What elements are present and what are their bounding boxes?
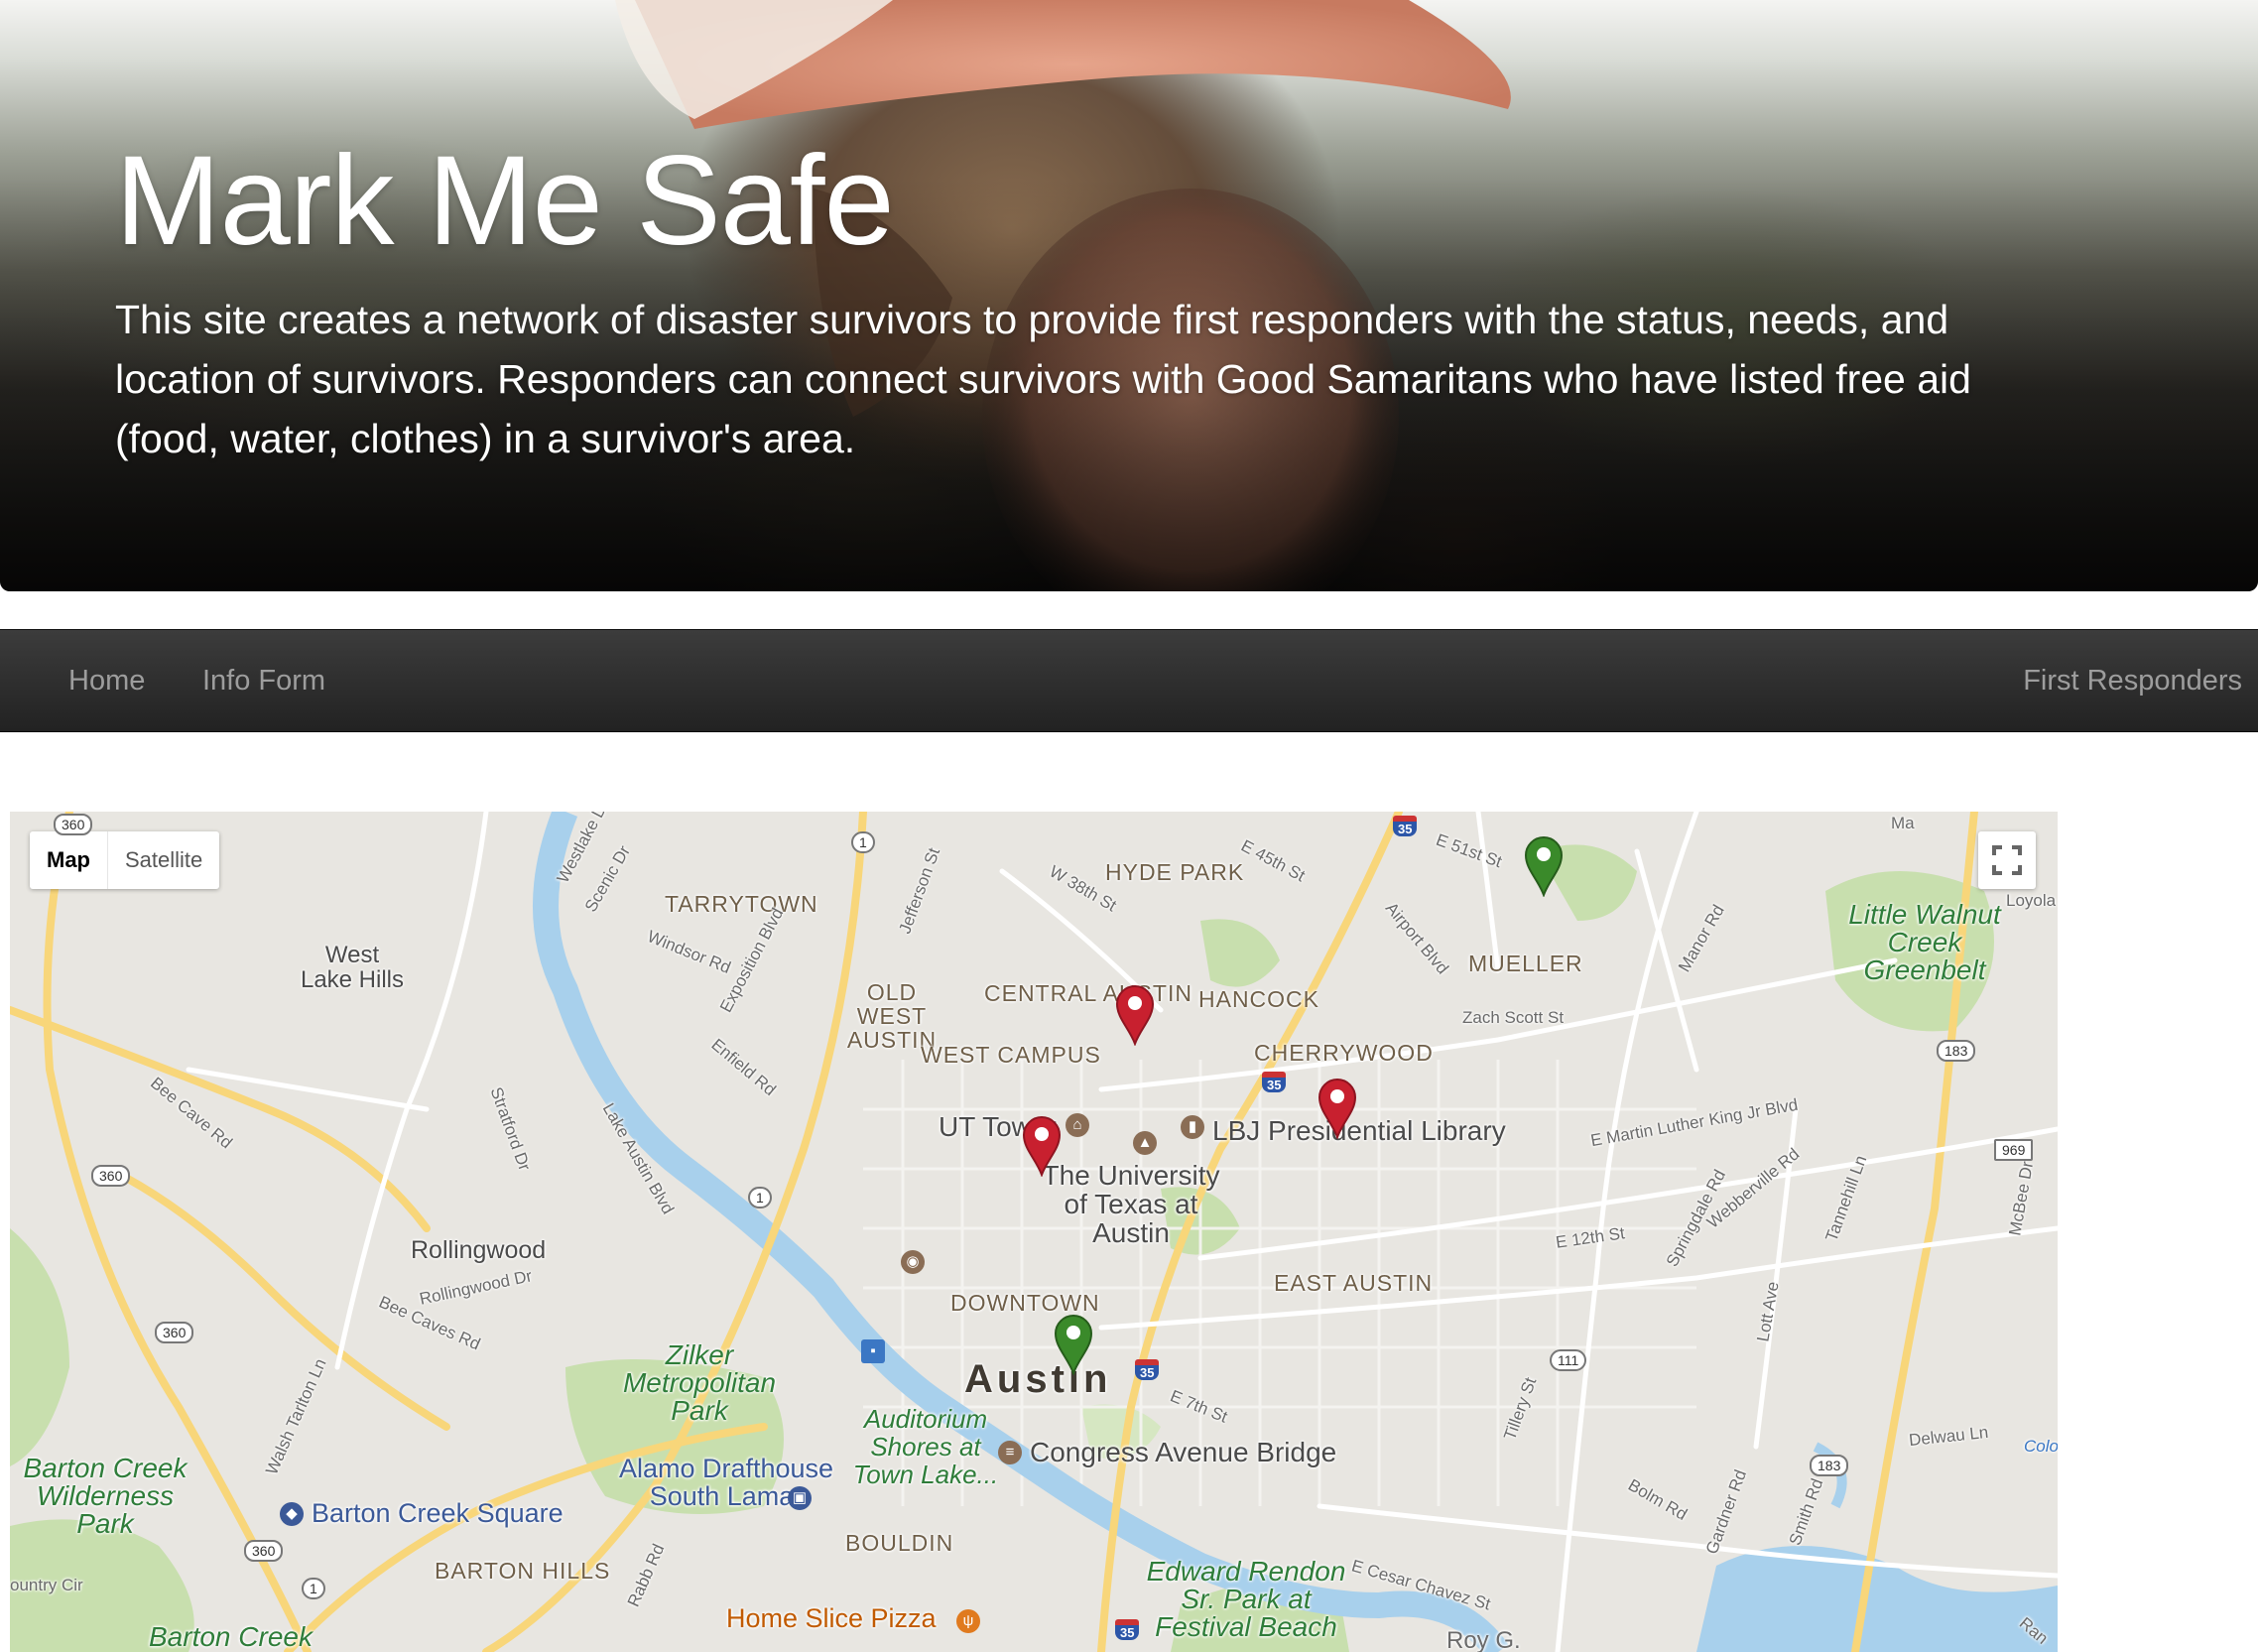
street-colo: Colo: [2024, 1437, 2058, 1456]
cinema-icon[interactable]: ▣: [788, 1486, 812, 1510]
survivor-marker-safe[interactable]: [1524, 835, 1564, 897]
label-west-lake-hills: West Lake Hills: [300, 942, 405, 993]
interstate-shield: 35: [1135, 1359, 1160, 1380]
street-roy-g: Roy G.: [1446, 1627, 1521, 1652]
highway-shield: 360: [91, 1165, 131, 1187]
fullscreen-button[interactable]: [1978, 831, 2036, 889]
interstate-shield: 35: [1393, 816, 1418, 836]
label-home-slice-pizza[interactable]: Home Slice Pizza: [726, 1603, 937, 1634]
nav-home-link[interactable]: Home: [68, 630, 145, 731]
survivor-marker-needs-help[interactable]: [1317, 1078, 1357, 1139]
label-bouldin: BOULDIN: [845, 1530, 954, 1556]
interstate-shield: 35: [1115, 1619, 1140, 1640]
label-barton-hills: BARTON HILLS: [435, 1558, 611, 1584]
museum-icon[interactable]: ◉: [901, 1250, 925, 1274]
survivor-marker-needs-help[interactable]: [1022, 1115, 1062, 1177]
map-container[interactable]: Map Satellite TARRYTOWN HYDE PARK OLD WE…: [10, 812, 2058, 1652]
map-type-map-button[interactable]: Map: [30, 831, 108, 889]
library-icon[interactable]: ▮: [1181, 1115, 1204, 1139]
street-ma: Ma: [1891, 814, 1915, 832]
highway-shield: 360: [54, 814, 93, 835]
survivor-marker-safe[interactable]: [1054, 1314, 1093, 1375]
hero-banner: Mark Me Safe This site creates a network…: [0, 0, 2258, 591]
label-zilker-park: Zilker Metropolitan Park: [622, 1339, 777, 1426]
label-hyde-park: HYDE PARK: [1105, 859, 1245, 885]
label-cherrywood: CHERRYWOOD: [1254, 1040, 1434, 1066]
highway-shield: 183: [1810, 1455, 1849, 1476]
label-mueller: MUELLER: [1468, 951, 1583, 976]
university-icon[interactable]: ▲: [1133, 1131, 1157, 1155]
street-zach-scott: Zach Scott St: [1462, 1008, 1565, 1027]
highway-shield: 1: [851, 831, 875, 853]
map-type-satellite-button[interactable]: Satellite: [108, 831, 219, 889]
street-loyola: Loyola: [2006, 891, 2057, 910]
label-west-campus: WEST CAMPUS: [921, 1042, 1101, 1068]
label-hancock: HANCOCK: [1198, 986, 1320, 1012]
label-edward-rendon-park: Edward Rendon Sr. Park at Festival Beach: [1146, 1556, 1346, 1642]
shopping-icon[interactable]: ◆: [280, 1502, 304, 1526]
nav-info-form-link[interactable]: Info Form: [202, 630, 325, 731]
highway-shield: 183: [1937, 1040, 1976, 1062]
highway-shield: 969: [1994, 1139, 2034, 1161]
restaurant-icon[interactable]: ψ: [956, 1609, 980, 1633]
fullscreen-icon: [1992, 845, 2022, 875]
label-rollingwood: Rollingwood: [411, 1236, 547, 1264]
highway-shield: 360: [244, 1540, 284, 1562]
highway-shield: 360: [155, 1322, 194, 1343]
map-type-control: Map Satellite: [30, 831, 220, 889]
highway-shield: 111: [1550, 1349, 1587, 1371]
label-barton-creek-square[interactable]: Barton Creek Square: [312, 1498, 564, 1529]
landmark-icon[interactable]: ⌂: [1066, 1113, 1089, 1137]
label-congress-avenue-bridge[interactable]: Congress Avenue Bridge: [1030, 1437, 1336, 1468]
site-description: This site creates a network of disaster …: [115, 297, 1971, 461]
label-lbj-library[interactable]: LBJ Presidential Library: [1212, 1115, 1506, 1147]
label-barton-creek-wilderness: Barton Creek Wilderness Park: [23, 1453, 188, 1539]
label-auditorium-shores[interactable]: Auditorium Shores at Town Lake...: [841, 1405, 1010, 1488]
bridge-icon[interactable]: ≡: [998, 1441, 1022, 1464]
street-country-cir: ountry Cir: [10, 1576, 83, 1594]
label-tarrytown: TARRYTOWN: [665, 891, 818, 917]
label-little-walnut-creek: Little Walnut Creek Greenbelt: [1848, 899, 2001, 985]
highway-shield: 1: [748, 1187, 772, 1208]
label-ut-austin[interactable]: The University of Texas at Austin: [1042, 1161, 1220, 1247]
label-barton-creek: Barton Creek: [149, 1621, 313, 1652]
label-downtown: DOWNTOWN: [950, 1290, 1100, 1316]
interstate-shield: 35: [1262, 1072, 1287, 1092]
navbar: Home Info Form First Responders: [0, 629, 2258, 732]
nav-first-responders-link[interactable]: First Responders: [2023, 630, 2242, 731]
label-east-austin: EAST AUSTIN: [1274, 1270, 1434, 1296]
highway-shield: 1: [302, 1578, 325, 1599]
transit-icon[interactable]: ▪: [861, 1339, 885, 1363]
label-central-austin: CENTRAL AUSTIN: [984, 980, 1192, 1006]
survivor-marker-needs-help[interactable]: [1115, 984, 1155, 1046]
site-title: Mark Me Safe: [115, 130, 895, 272]
